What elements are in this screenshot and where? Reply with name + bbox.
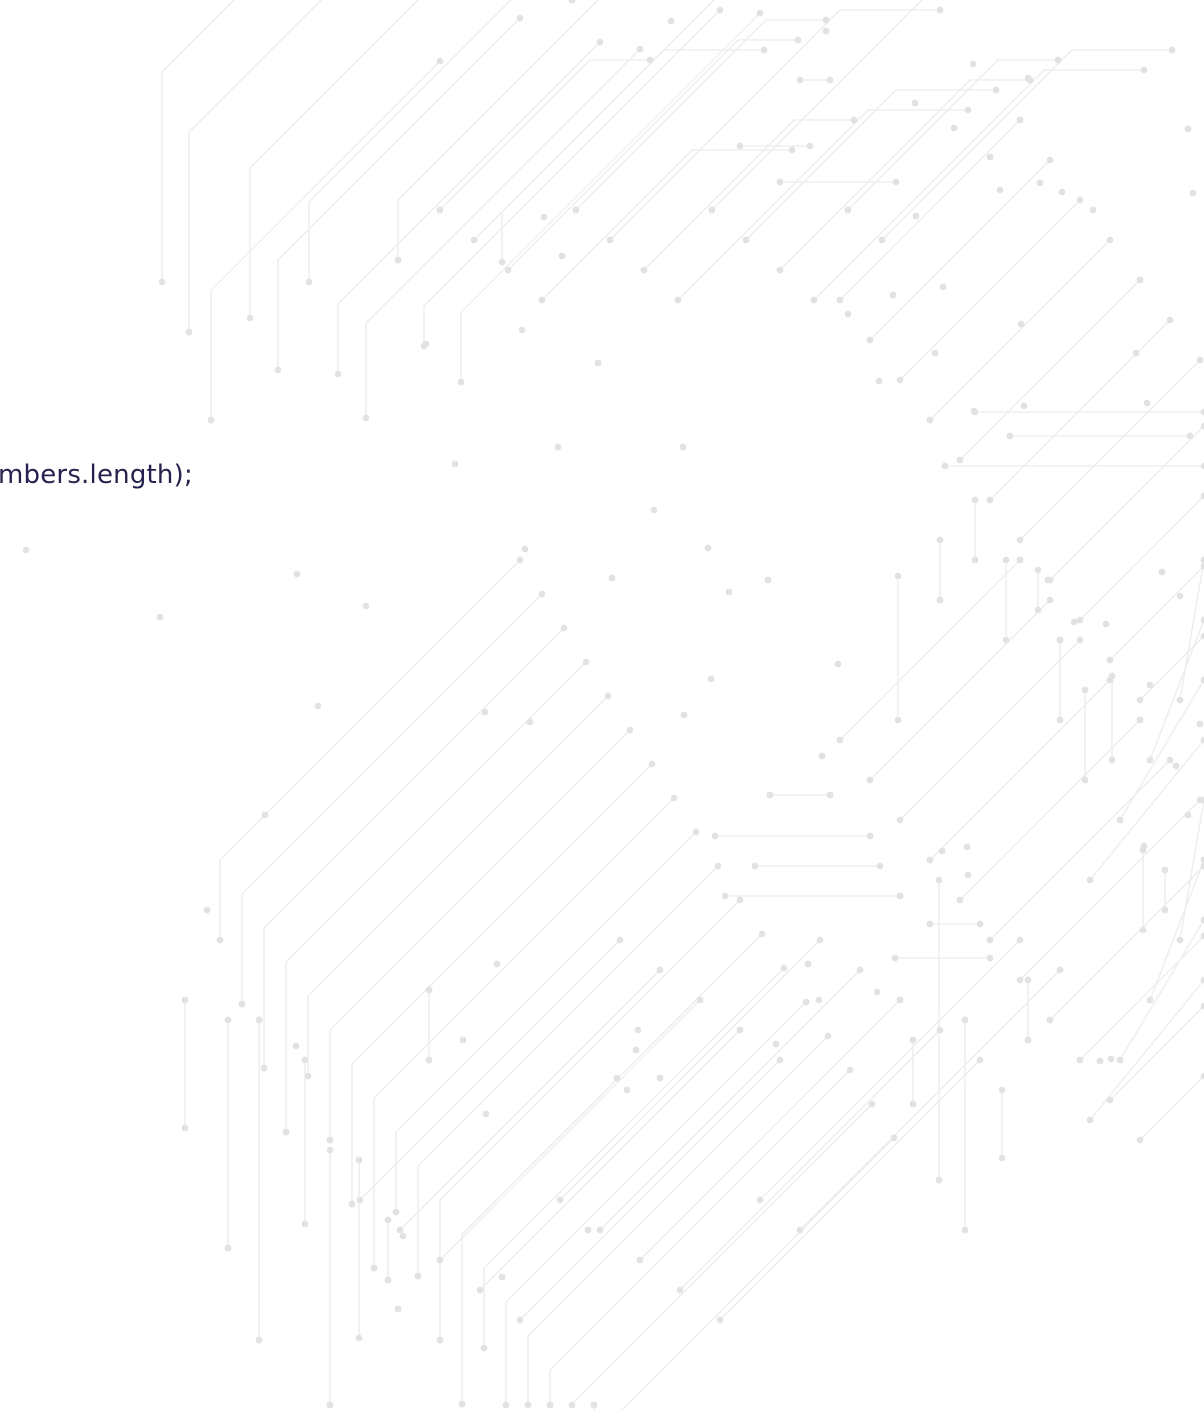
circuit-board-pattern-icon	[22, 0, 1204, 1411]
code-snippet: mbers.length);	[0, 455, 193, 495]
code-line-text: mbers.length);	[0, 460, 193, 490]
page: mbers.length);	[0, 0, 1204, 1411]
